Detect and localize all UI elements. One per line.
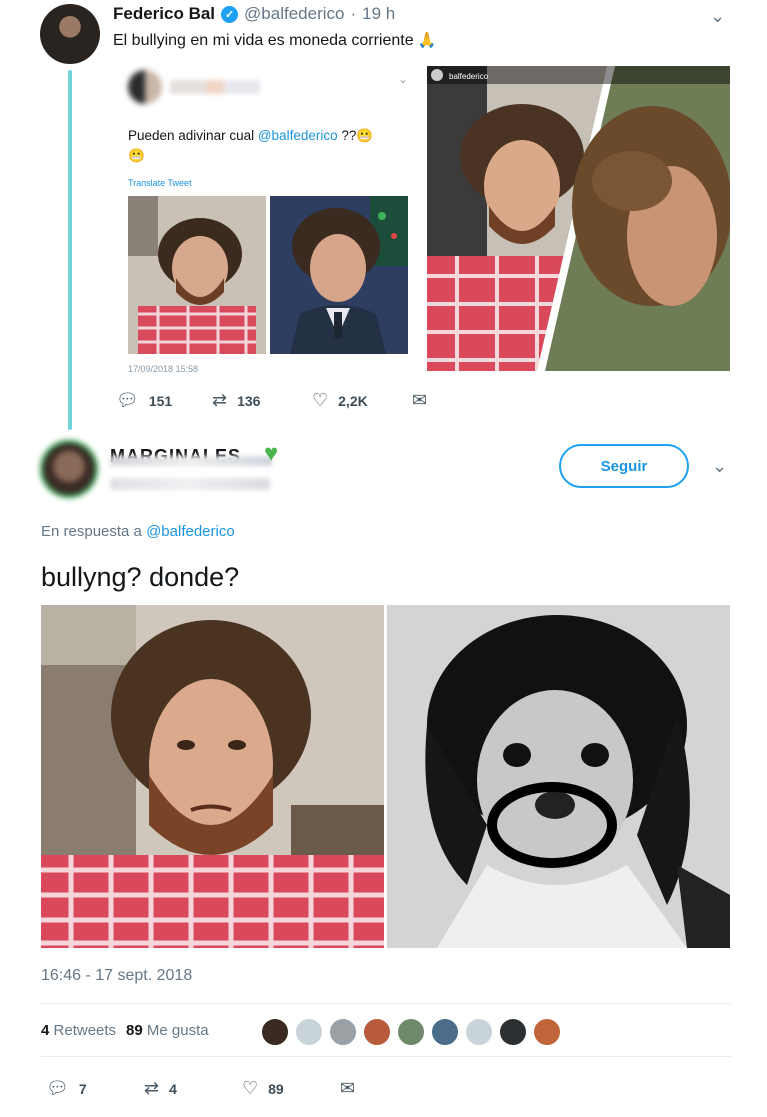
liker-avatar[interactable]	[294, 1017, 324, 1047]
chevron-down-icon[interactable]: ⌄	[712, 456, 727, 477]
tweet-photo-selfie[interactable]	[41, 605, 384, 948]
likes-stat-label: Me gusta	[146, 1022, 209, 1039]
chevron-down-icon[interactable]: ⌄	[398, 72, 408, 86]
message-icon[interactable]: ✉	[412, 390, 427, 411]
quoted-tweet-date: 17/09/2018 15:58	[128, 364, 199, 374]
selfie-illustration	[128, 196, 266, 354]
reply-icon[interactable]: 💬︎	[116, 390, 139, 411]
chevron-down-icon[interactable]: ⌄	[710, 6, 725, 27]
retweet-icon[interactable]: ⇄	[144, 1078, 159, 1099]
collage-illustration: balfederico	[427, 66, 730, 371]
liker-avatar[interactable]	[464, 1017, 494, 1047]
retweets-stat-count: 4	[41, 1022, 50, 1039]
heart-icon[interactable]: ♡	[242, 1078, 258, 1099]
author-avatar-blurred[interactable]	[40, 440, 98, 498]
reply-icon[interactable]: 💬︎	[46, 1078, 69, 1099]
liker-avatar[interactable]	[328, 1017, 358, 1047]
liker-avatar[interactable]	[430, 1017, 460, 1047]
tweet-text: El bullying en mi vida es moneda corrien…	[113, 31, 436, 50]
likers-avatars	[260, 1017, 562, 1047]
tweet-header: Federico Bal ✓ @balfederico · 19 h	[113, 4, 395, 24]
liker-avatar[interactable]	[362, 1017, 392, 1047]
praying-hands-icon: 🙏	[417, 32, 437, 49]
divider	[41, 1003, 731, 1004]
retweet-icon[interactable]: ⇄	[212, 390, 227, 411]
quoted-tweet-card[interactable]: ⌄ Pueden adivinar cual @balfederico ??😬 😬…	[110, 62, 420, 374]
selfie-illustration	[41, 605, 384, 948]
divider	[41, 1056, 731, 1057]
message-action[interactable]: ✉	[412, 390, 427, 411]
reply-action[interactable]: 💬︎ 7	[46, 1078, 87, 1099]
green-heart-icon: ♥	[264, 440, 279, 467]
like-count: 89	[268, 1080, 284, 1097]
reply-prefix: En respuesta a	[41, 523, 142, 540]
quoted-photo-selfie[interactable]	[128, 196, 266, 354]
liker-avatar[interactable]	[532, 1017, 562, 1047]
author-avatar[interactable]	[40, 4, 100, 64]
quoted-photo-man-suit[interactable]	[270, 196, 408, 354]
reply-action[interactable]: 💬︎ 151	[116, 390, 172, 411]
liker-avatar[interactable]	[396, 1017, 426, 1047]
message-action[interactable]: ✉	[340, 1078, 355, 1099]
grimace-emoji-icon: 😬	[356, 128, 374, 143]
dog-meme-illustration	[387, 605, 730, 948]
follow-button[interactable]: Seguir	[559, 444, 689, 488]
retweet-action[interactable]: ⇄ 4	[144, 1078, 177, 1099]
tweet-time[interactable]: 19 h	[362, 4, 395, 24]
heart-icon[interactable]: ♡	[312, 390, 328, 411]
likes-stat-count: 89	[126, 1022, 143, 1039]
reply-count: 151	[148, 392, 173, 409]
photo-caption: balfederico	[449, 72, 489, 81]
author-handle-blurred	[110, 478, 270, 490]
separator: ·	[350, 4, 357, 23]
liker-avatar[interactable]	[260, 1017, 290, 1047]
reply-handle-link[interactable]: @balfederico	[146, 523, 235, 540]
retweet-count: 4	[169, 1080, 177, 1097]
retweet-action[interactable]: ⇄ 136	[212, 390, 260, 411]
quoted-author-avatar	[128, 70, 162, 104]
likes-stat[interactable]: 89 Me gusta	[126, 1022, 209, 1039]
liker-avatar[interactable]	[498, 1017, 528, 1047]
reply-context: En respuesta a @balfederico	[41, 523, 235, 540]
man-in-suit-illustration	[270, 196, 408, 354]
quoted-text-before: Pueden adivinar cual	[128, 128, 258, 143]
quoted-mention-link[interactable]: @balfederico	[258, 128, 338, 143]
like-action[interactable]: ♡ 2,2K	[312, 390, 368, 411]
retweets-stat[interactable]: 4 Retweets	[41, 1022, 116, 1039]
reply-count: 7	[78, 1080, 87, 1097]
quoted-tweet-text: Pueden adivinar cual @balfederico ??😬 😬	[128, 126, 408, 166]
author-handle[interactable]: @balfederico	[244, 4, 344, 24]
message-icon[interactable]: ✉	[340, 1078, 355, 1099]
tweet-timestamp[interactable]: 16:46 - 17 sept. 2018	[41, 967, 192, 985]
retweet-count: 136	[237, 392, 261, 409]
verified-badge-icon: ✓	[221, 5, 239, 23]
like-count: 2,2K	[338, 392, 368, 409]
quoted-author-name-blurred	[170, 80, 260, 94]
quoted-text-after: ??	[337, 128, 357, 143]
author-name[interactable]: Federico Bal	[113, 4, 215, 24]
thread-line	[68, 70, 72, 430]
translate-tweet-link[interactable]: Translate Tweet	[128, 178, 192, 188]
tweet-photo-collage[interactable]: balfederico	[427, 66, 730, 371]
like-action[interactable]: ♡ 89	[242, 1078, 284, 1099]
tweet-text: bullyng? donde?	[41, 562, 240, 592]
grimace-emoji-icon: 😬	[128, 148, 145, 163]
tweet-photo-dog-meme[interactable]	[387, 605, 730, 948]
tweet-text-content: El bullying en mi vida es moneda corrien…	[113, 32, 414, 49]
name-blur-overlay	[110, 456, 272, 466]
retweets-stat-label: Retweets	[53, 1022, 117, 1039]
tweet-stats: 4 Retweets 89 Me gusta	[41, 1022, 209, 1039]
